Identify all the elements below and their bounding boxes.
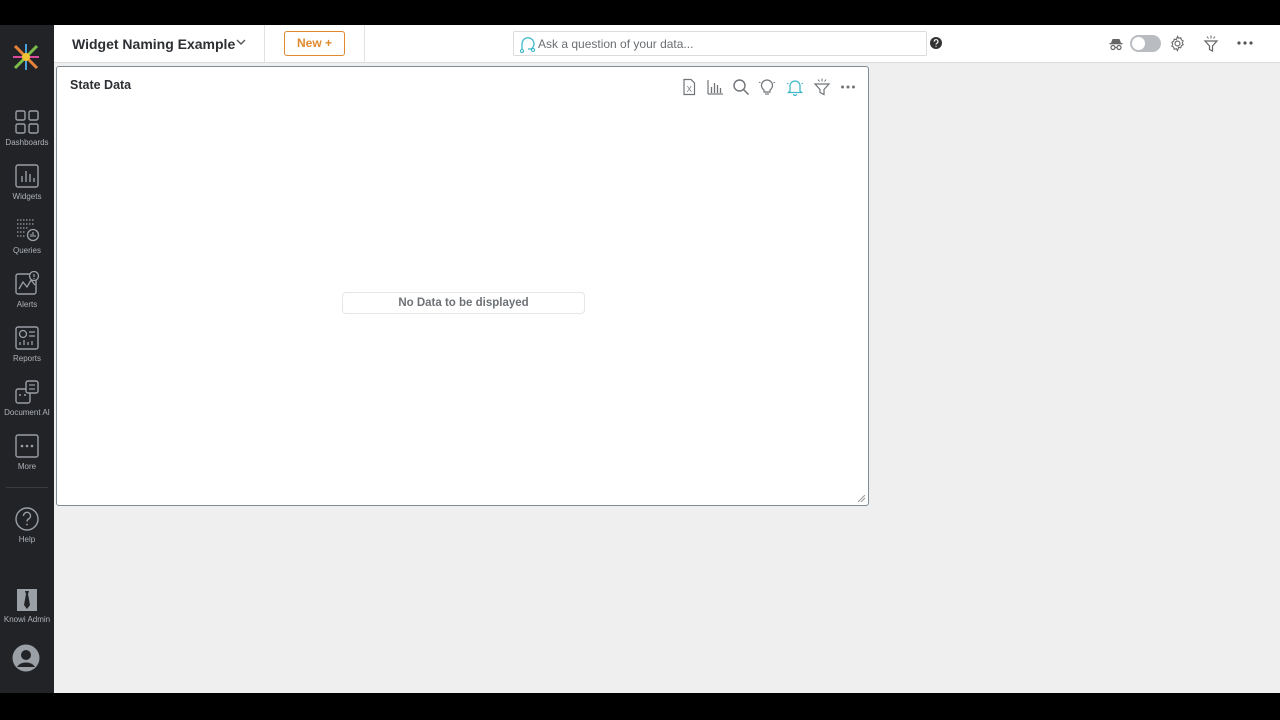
queries-icon (17, 219, 40, 242)
sidebar-divider (6, 487, 48, 488)
top-black-border (0, 0, 1280, 25)
export-excel-icon[interactable]: X (680, 78, 698, 96)
sidebar-item-label: More (17, 462, 37, 471)
knowi-logo-icon[interactable] (11, 42, 41, 72)
header-divider (364, 25, 365, 63)
sidebar-item-label: Dashboards (5, 138, 49, 147)
sidebar-item-document-ai[interactable]: Document AI (0, 379, 54, 427)
sidebar-item-label: Reports (12, 354, 41, 363)
sidebar-item-widgets[interactable]: Widgets (0, 163, 54, 211)
resize-handle-icon[interactable] (858, 495, 865, 502)
sidebar-item-label: Knowi Admin (3, 615, 51, 624)
more-horizontal-icon[interactable] (839, 78, 857, 96)
sidebar-item-dashboards[interactable]: Dashboards (0, 109, 54, 157)
filter-icon[interactable] (813, 78, 831, 96)
incognito-toggle[interactable] (1130, 35, 1161, 52)
more-icon (15, 434, 39, 458)
sidebar-item-help[interactable]: Help (0, 506, 54, 554)
toggle-knob (1132, 37, 1145, 50)
help-icon (15, 507, 39, 531)
dashboard-title[interactable]: Widget Naming Example (72, 36, 235, 52)
sidebar-item-queries[interactable]: Queries (0, 217, 54, 265)
svg-text:X: X (687, 85, 693, 94)
header-divider (264, 25, 265, 63)
sidebar: Dashboards Widgets Queries Alerts Report… (0, 25, 54, 693)
nlq-search-box[interactable] (513, 31, 927, 56)
sidebar-item-label: Widgets (12, 192, 42, 201)
document-ai-icon (15, 380, 39, 404)
ai-assistant-icon (519, 37, 536, 53)
sidebar-item-account[interactable]: Knowi Admin (0, 588, 54, 636)
reports-icon (15, 326, 39, 350)
bottom-black-border (0, 693, 1280, 720)
filter-sparkle-icon[interactable] (1203, 35, 1219, 53)
widget-title[interactable]: State Data (70, 78, 131, 92)
search-input[interactable] (538, 35, 918, 53)
sidebar-item-label: Help (18, 535, 36, 544)
sidebar-item-label: Alerts (16, 300, 38, 309)
sidebar-item-more[interactable]: More (0, 433, 54, 481)
sidebar-item-label: Queries (12, 246, 41, 255)
gear-icon[interactable] (1169, 35, 1186, 52)
search-icon[interactable] (732, 78, 750, 96)
empty-state-message: No Data to be displayed (342, 292, 585, 314)
chevron-down-icon[interactable] (235, 35, 247, 49)
more-horizontal-icon[interactable] (1237, 40, 1253, 46)
tie-icon (17, 589, 37, 611)
sidebar-item-reports[interactable]: Reports (0, 325, 54, 373)
question-circle-icon[interactable] (930, 37, 942, 49)
incognito-icon[interactable] (1109, 37, 1123, 51)
dashboards-icon (15, 110, 39, 134)
alerts-icon (15, 271, 40, 295)
header-bar: Widget Naming Example New + (54, 25, 1280, 63)
sidebar-item-label: Document AI (4, 408, 50, 417)
state-data-widget[interactable]: State Data X No Data to be displayed (56, 66, 869, 506)
widgets-icon (15, 164, 39, 188)
new-button[interactable]: New + (284, 31, 345, 56)
alert-bell-icon[interactable] (786, 78, 804, 96)
chart-icon[interactable] (706, 78, 724, 96)
sidebar-item-alerts[interactable]: Alerts (0, 271, 54, 319)
avatar-icon[interactable] (12, 644, 40, 672)
insights-bulb-icon[interactable] (758, 78, 776, 96)
